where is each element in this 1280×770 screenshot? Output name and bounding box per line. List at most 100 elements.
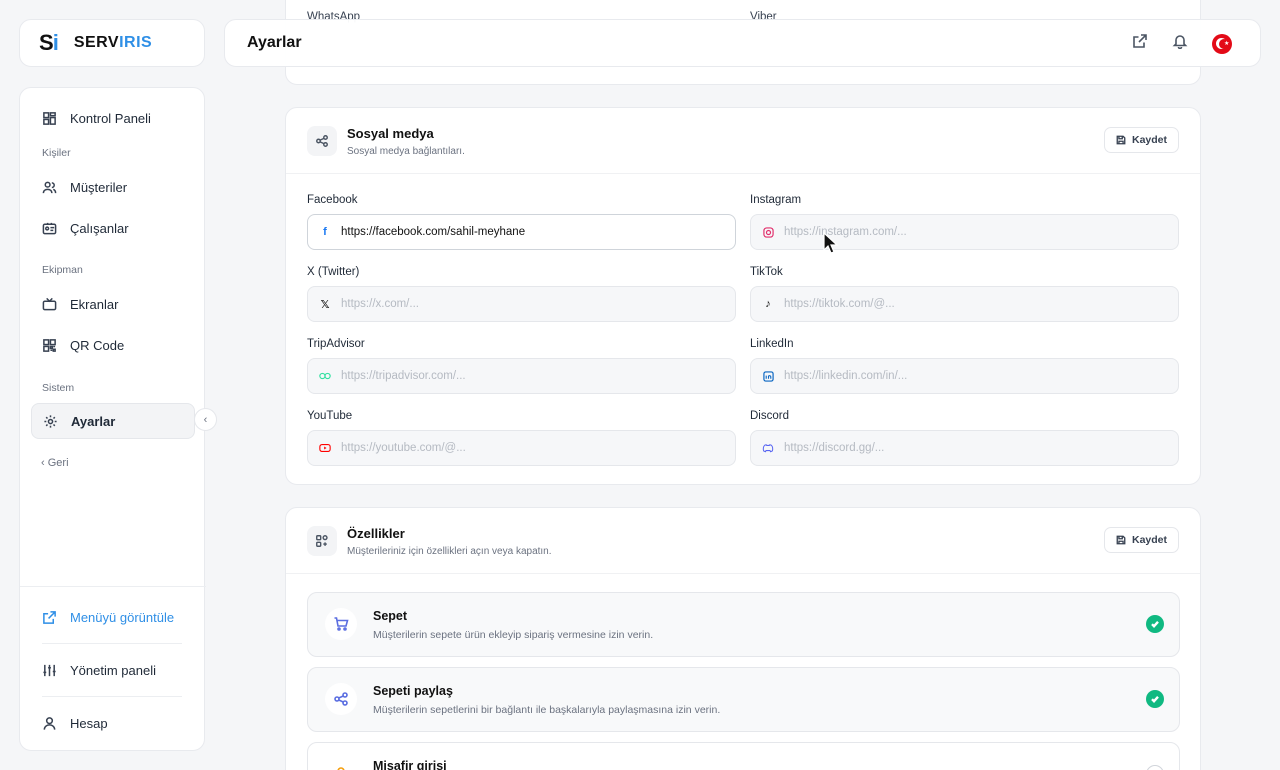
youtube-input[interactable] (341, 442, 721, 454)
mouse-cursor-icon (823, 232, 839, 254)
sidebar-item-label: QR Code (70, 337, 125, 353)
grid-icon (41, 110, 57, 126)
sidebar-item-label: Ayarlar (71, 413, 116, 429)
sidebar-item-view-menu[interactable]: Menüyü görüntüle (31, 599, 195, 635)
linkedin-label: LinkedIn (750, 338, 794, 350)
collapse-sidebar-button[interactable]: ‹ (194, 408, 217, 431)
user-icon (325, 758, 357, 770)
sidebar-item-label: Ekranlar (70, 296, 119, 312)
tiktok-field[interactable]: ♪ (750, 286, 1179, 322)
discord-label: Discord (750, 410, 789, 422)
tiktok-icon: ♪ (765, 298, 771, 310)
sidebar-item-label: Hesap (70, 715, 108, 731)
tripadvisor-field[interactable] (307, 358, 736, 394)
instagram-label: Instagram (750, 194, 802, 206)
language-flag-tr-icon[interactable]: ★ (1212, 33, 1232, 54)
id-card-icon (41, 220, 57, 236)
card-header: Özellikler Müşterileriniz için özellikle… (286, 508, 1200, 574)
logo-mark: Si (39, 30, 59, 55)
back-link[interactable]: ‹ Geri (41, 457, 69, 469)
top-bar: Ayarlar ★ (224, 19, 1261, 67)
tiktok-label: TikTok (750, 266, 783, 278)
youtube-label: YouTube (307, 410, 353, 422)
feature-toggle-on[interactable] (1146, 690, 1164, 708)
save-social-button[interactable]: Kaydet (1103, 127, 1179, 153)
section-label-equipment: Ekipman (42, 264, 83, 276)
sliders-icon (41, 662, 57, 678)
feature-title: Misafir girişi (373, 759, 447, 770)
discord-input[interactable] (784, 442, 1164, 454)
sidebar-item-label: Çalışanlar (70, 220, 129, 236)
section-label-system: Sistem (42, 382, 75, 394)
instagram-input[interactable] (784, 226, 1164, 238)
share-icon (325, 683, 357, 715)
twitter-input[interactable] (341, 298, 721, 310)
feature-description: Müşterilerin sepete ürün ekleyip sipariş… (373, 629, 654, 641)
discord-field[interactable] (750, 430, 1179, 466)
sidebar-item-qr[interactable]: QR Code (31, 327, 195, 363)
save-label: Kaydet (1131, 134, 1167, 146)
social-media-card: Sosyal medya Sosyal medya bağlantıları. … (285, 107, 1201, 485)
sidebar: Kontrol Paneli Kişiler Müşteriler Çalışa… (19, 87, 206, 751)
sidebar-item-label: Yönetim paneli (70, 662, 156, 678)
sidebar-item-label: Müşteriler (70, 179, 128, 195)
feature-title: Sepet (373, 609, 408, 623)
features-card: Özellikler Müşterileriniz için özellikle… (285, 507, 1201, 770)
facebook-input[interactable] (341, 226, 721, 238)
external-link-icon[interactable] (1132, 33, 1148, 54)
sidebar-item-settings[interactable]: Ayarlar (31, 403, 195, 439)
save-icon (1116, 535, 1126, 545)
feature-toggle-on[interactable] (1146, 615, 1164, 633)
card-subtitle: Sosyal medya bağlantıları. (347, 146, 465, 157)
feature-description: Müşterilerin sepetlerini bir bağlantı il… (373, 704, 721, 716)
settings-grid-icon (307, 526, 337, 556)
divider (42, 643, 182, 644)
feature-share-cart[interactable]: Sepeti paylaş Müşterilerin sepetlerini b… (307, 667, 1180, 732)
logo-text: SERVIRIS (73, 34, 153, 51)
feature-title: Sepeti paylaş (373, 684, 453, 698)
brand-logo[interactable]: Si SERVIRIS (19, 19, 205, 67)
page-title: Ayarlar (247, 34, 302, 51)
users-icon (41, 179, 57, 195)
save-icon (1116, 135, 1126, 145)
chevron-left-icon: ‹ (203, 413, 208, 426)
tiktok-input[interactable] (784, 298, 1164, 310)
sidebar-item-dashboard[interactable]: Kontrol Paneli (31, 100, 195, 136)
feature-guest-login[interactable]: Misafir girişi (307, 742, 1180, 770)
facebook-field[interactable]: f (307, 214, 736, 250)
card-title: Özellikler (347, 526, 405, 541)
feature-cart[interactable]: Sepet Müşterilerin sepete ürün ekleyip s… (307, 592, 1180, 657)
facebook-icon: f (323, 226, 327, 238)
twitter-field[interactable]: 𝕏 (307, 286, 736, 322)
check-icon (1151, 695, 1159, 703)
card-subtitle: Müşterileriniz için özellikleri açın vey… (347, 546, 552, 557)
linkedin-field[interactable] (750, 358, 1179, 394)
share-icon (307, 126, 337, 156)
instagram-field[interactable] (750, 214, 1179, 250)
discord-icon (762, 442, 774, 454)
linkedin-input[interactable] (784, 370, 1164, 382)
save-label: Kaydet (1131, 534, 1167, 546)
card-header: Sosyal medya Sosyal medya bağlantıları. … (286, 108, 1200, 174)
tripadvisor-input[interactable] (341, 370, 721, 382)
youtube-field[interactable] (307, 430, 736, 466)
sidebar-item-screens[interactable]: Ekranlar (31, 286, 195, 322)
card-title: Sosyal medya (347, 126, 434, 141)
sidebar-item-label: Kontrol Paneli (70, 110, 151, 126)
feature-toggle-off[interactable] (1146, 765, 1164, 770)
tripadvisor-icon (319, 370, 331, 382)
back-label: Geri (47, 457, 69, 469)
gear-icon (42, 413, 58, 429)
bell-icon[interactable] (1172, 33, 1188, 54)
sidebar-item-account[interactable]: Hesap (31, 705, 195, 741)
sidebar-item-admin[interactable]: Yönetim paneli (31, 652, 195, 688)
x-icon: 𝕏 (320, 298, 330, 311)
youtube-icon (319, 442, 331, 454)
twitter-label: X (Twitter) (307, 266, 360, 278)
linkedin-icon (762, 370, 774, 382)
cart-icon (325, 608, 357, 640)
chevron-left-icon: ‹ (41, 457, 48, 469)
sidebar-item-employees[interactable]: Çalışanlar (31, 210, 195, 246)
save-features-button[interactable]: Kaydet (1103, 527, 1179, 553)
sidebar-item-customers[interactable]: Müşteriler (31, 169, 195, 205)
